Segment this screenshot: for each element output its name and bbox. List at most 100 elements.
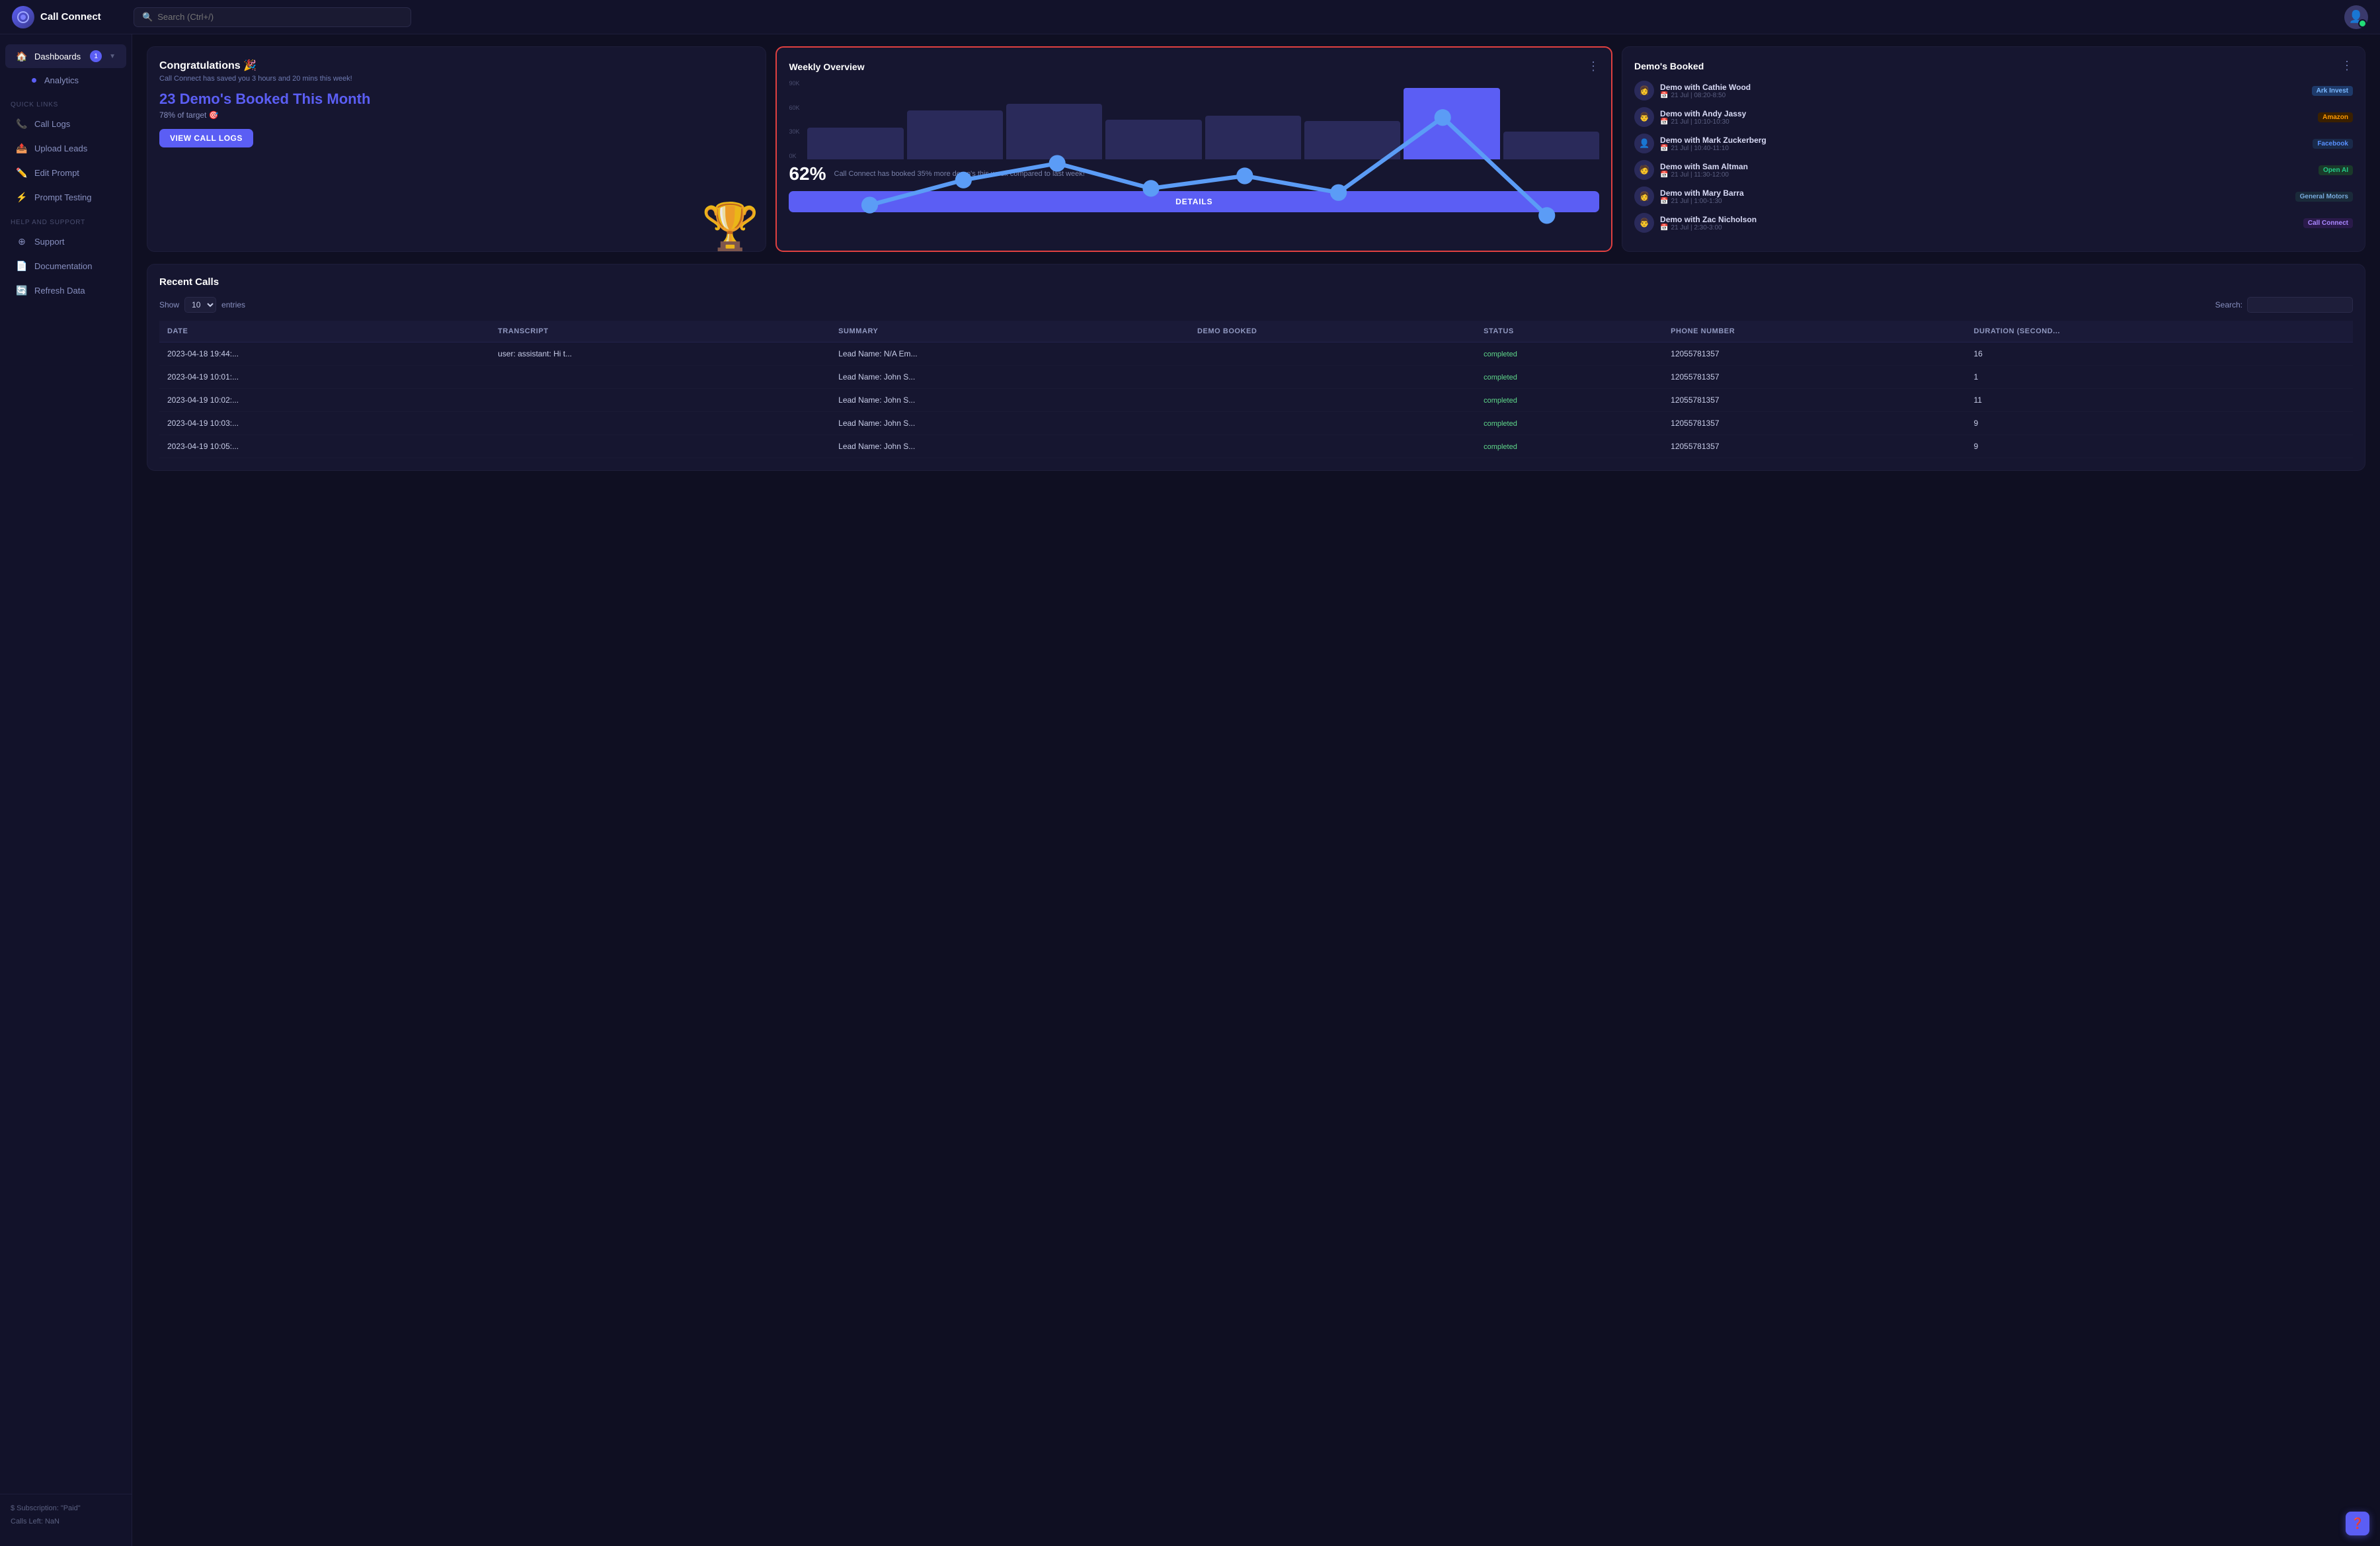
cell-demo-booked-3 xyxy=(1189,412,1476,435)
cell-transcript-3 xyxy=(490,412,830,435)
topbar: Call Connect 🔍 👤 xyxy=(0,0,2380,34)
refresh-data-label: Refresh Data xyxy=(34,286,85,296)
demo-time-1: 📅21 Jul | 10:10-10:30 xyxy=(1660,118,2312,126)
demo-item-3[interactable]: 🧑 Demo with Sam Altman 📅21 Jul | 11:30-1… xyxy=(1634,160,2353,180)
demos-header: Demo's Booked ⋮ xyxy=(1634,59,2353,73)
cell-transcript-4 xyxy=(490,435,830,458)
show-label: Show xyxy=(159,300,179,309)
details-button[interactable]: DETAILS xyxy=(789,191,1599,212)
chart-bar-1 xyxy=(907,110,1003,159)
search-icon: 🔍 xyxy=(142,12,153,22)
table-row-1[interactable]: 2023-04-19 10:01:... Lead Name: John S..… xyxy=(159,366,2353,389)
app-name: Call Connect xyxy=(40,11,101,22)
cell-status-3: completed xyxy=(1476,412,1663,435)
sidebar: 🏠 Dashboards 1 ▼ Analytics QUICK LINKS 📞… xyxy=(0,34,132,1546)
refresh-icon: 🔄 xyxy=(16,285,28,296)
logo-icon xyxy=(12,6,34,28)
demo-name-4: Demo with Mary Barra xyxy=(1660,188,2289,198)
cell-demo-booked-2 xyxy=(1189,389,1476,412)
chart-bar-6 xyxy=(1404,88,1499,159)
demo-name-0: Demo with Cathie Wood xyxy=(1660,83,2306,92)
demo-avatar-0: 👩 xyxy=(1634,81,1654,101)
cell-phone-1: 12055781357 xyxy=(1663,366,1965,389)
cell-summary-0: Lead Name: N/A Em... xyxy=(830,343,1189,366)
recent-calls-card: Recent Calls Show 10 25 50 entries Searc… xyxy=(147,264,2365,471)
weekly-header: Weekly Overview ⋮ xyxy=(789,60,1599,73)
demo-item-5[interactable]: 👨 Demo with Zac Nicholson 📅21 Jul | 2:30… xyxy=(1634,213,2353,233)
cell-status-2: completed xyxy=(1476,389,1663,412)
weekly-menu-icon[interactable]: ⋮ xyxy=(1587,60,1599,73)
cell-phone-2: 12055781357 xyxy=(1663,389,1965,412)
user-avatar[interactable]: 👤 xyxy=(2344,5,2368,29)
search-input[interactable] xyxy=(157,12,403,22)
chart-bars xyxy=(807,80,1599,159)
cell-date-2: 2023-04-19 10:02:... xyxy=(159,389,490,412)
dashboards-label: Dashboards xyxy=(34,52,81,61)
search-right: Search: xyxy=(2215,297,2353,313)
cell-transcript-2 xyxy=(490,389,830,412)
demo-info-5: Demo with Zac Nicholson 📅21 Jul | 2:30-3… xyxy=(1660,215,2297,231)
quick-links-label: QUICK LINKS xyxy=(0,92,132,112)
table-search-input[interactable] xyxy=(2247,297,2353,313)
demo-name-1: Demo with Andy Jassy xyxy=(1660,109,2312,118)
demos-menu-icon[interactable]: ⋮ xyxy=(2341,59,2353,73)
view-call-logs-button[interactable]: VIEW CALL LOGS xyxy=(159,129,253,147)
chart-bar-3 xyxy=(1105,120,1201,159)
demo-time-3: 📅21 Jul | 11:30-12:00 xyxy=(1660,171,2313,179)
main-content: Congratulations 🎉 Call Connect has saved… xyxy=(132,34,2380,1546)
cell-duration-1: 1 xyxy=(1965,366,2353,389)
sidebar-item-analytics[interactable]: Analytics xyxy=(5,69,126,91)
demo-avatar-3: 🧑 xyxy=(1634,160,1654,180)
calls-left-label: Calls Left: NaN xyxy=(11,1516,121,1529)
demo-item-1[interactable]: 👨 Demo with Andy Jassy 📅21 Jul | 10:10-1… xyxy=(1634,107,2353,127)
topbar-right: 👤 xyxy=(2344,5,2368,29)
demo-time-5: 📅21 Jul | 2:30-3:00 xyxy=(1660,224,2297,231)
table-row-4[interactable]: 2023-04-19 10:05:... Lead Name: John S..… xyxy=(159,435,2353,458)
docs-icon: 📄 xyxy=(16,261,28,272)
upload-icon: 📤 xyxy=(16,143,28,154)
chart-bar-7 xyxy=(1503,132,1599,159)
search-right-label: Search: xyxy=(2215,300,2242,309)
col-status: STATUS xyxy=(1476,321,1663,343)
demo-item-2[interactable]: 👤 Demo with Mark Zuckerberg 📅21 Jul | 10… xyxy=(1634,134,2353,153)
demo-item-0[interactable]: 👩 Demo with Cathie Wood 📅21 Jul | 08:20-… xyxy=(1634,81,2353,101)
table-row-0[interactable]: 2023-04-18 19:44:... user: assistant: Hi… xyxy=(159,343,2353,366)
demo-avatar-4: 👩 xyxy=(1634,186,1654,206)
sidebar-item-upload-leads[interactable]: 📤 Upload Leads xyxy=(5,137,126,160)
bottom-right-button[interactable]: ❓ xyxy=(2346,1512,2369,1535)
table-row-2[interactable]: 2023-04-19 10:02:... Lead Name: John S..… xyxy=(159,389,2353,412)
col-phone: PHONE NUMBER xyxy=(1663,321,1965,343)
demo-time-4: 📅21 Jul | 1:00-1:30 xyxy=(1660,198,2289,205)
demo-tag-2: Facebook xyxy=(2313,139,2353,149)
table-row-3[interactable]: 2023-04-19 10:03:... Lead Name: John S..… xyxy=(159,412,2353,435)
sidebar-item-documentation[interactable]: 📄 Documentation xyxy=(5,255,126,278)
sidebar-item-refresh-data[interactable]: 🔄 Refresh Data xyxy=(5,279,126,302)
sidebar-item-support[interactable]: ⊕ Support xyxy=(5,230,126,253)
sidebar-item-dashboards[interactable]: 🏠 Dashboards 1 ▼ xyxy=(5,44,126,68)
show-select[interactable]: 10 25 50 xyxy=(184,297,216,313)
sidebar-footer: $ Subscription: "Paid" Calls Left: NaN xyxy=(0,1494,132,1537)
sidebar-item-edit-prompt[interactable]: ✏️ Edit Prompt xyxy=(5,161,126,184)
search-bar[interactable]: 🔍 xyxy=(134,7,411,27)
demo-name-5: Demo with Zac Nicholson xyxy=(1660,215,2297,224)
cell-demo-booked-4 xyxy=(1189,435,1476,458)
cell-date-0: 2023-04-18 19:44:... xyxy=(159,343,490,366)
question-icon: ❓ xyxy=(2351,1517,2364,1530)
congrats-percentage: 78% of target 🎯 xyxy=(159,110,754,120)
edit-icon: ✏️ xyxy=(16,167,28,179)
support-icon: ⊕ xyxy=(16,236,28,247)
sidebar-item-call-logs[interactable]: 📞 Call Logs xyxy=(5,112,126,136)
congrats-card: Congratulations 🎉 Call Connect has saved… xyxy=(147,46,766,252)
weekly-chart: 90K 60K 30K 0K xyxy=(789,80,1599,159)
chart-bar-4 xyxy=(1205,116,1301,159)
support-label: Support xyxy=(34,237,65,247)
demo-item-4[interactable]: 👩 Demo with Mary Barra 📅21 Jul | 1:00-1:… xyxy=(1634,186,2353,206)
cell-summary-2: Lead Name: John S... xyxy=(830,389,1189,412)
cell-duration-2: 11 xyxy=(1965,389,2353,412)
sidebar-item-prompt-testing[interactable]: ⚡ Prompt Testing xyxy=(5,186,126,209)
chart-bar-2 xyxy=(1006,104,1102,159)
y-label-90k: 90K xyxy=(789,80,799,87)
cell-date-1: 2023-04-19 10:01:... xyxy=(159,366,490,389)
trophy-icon: 🏆 xyxy=(701,200,759,252)
demo-avatar-1: 👨 xyxy=(1634,107,1654,127)
